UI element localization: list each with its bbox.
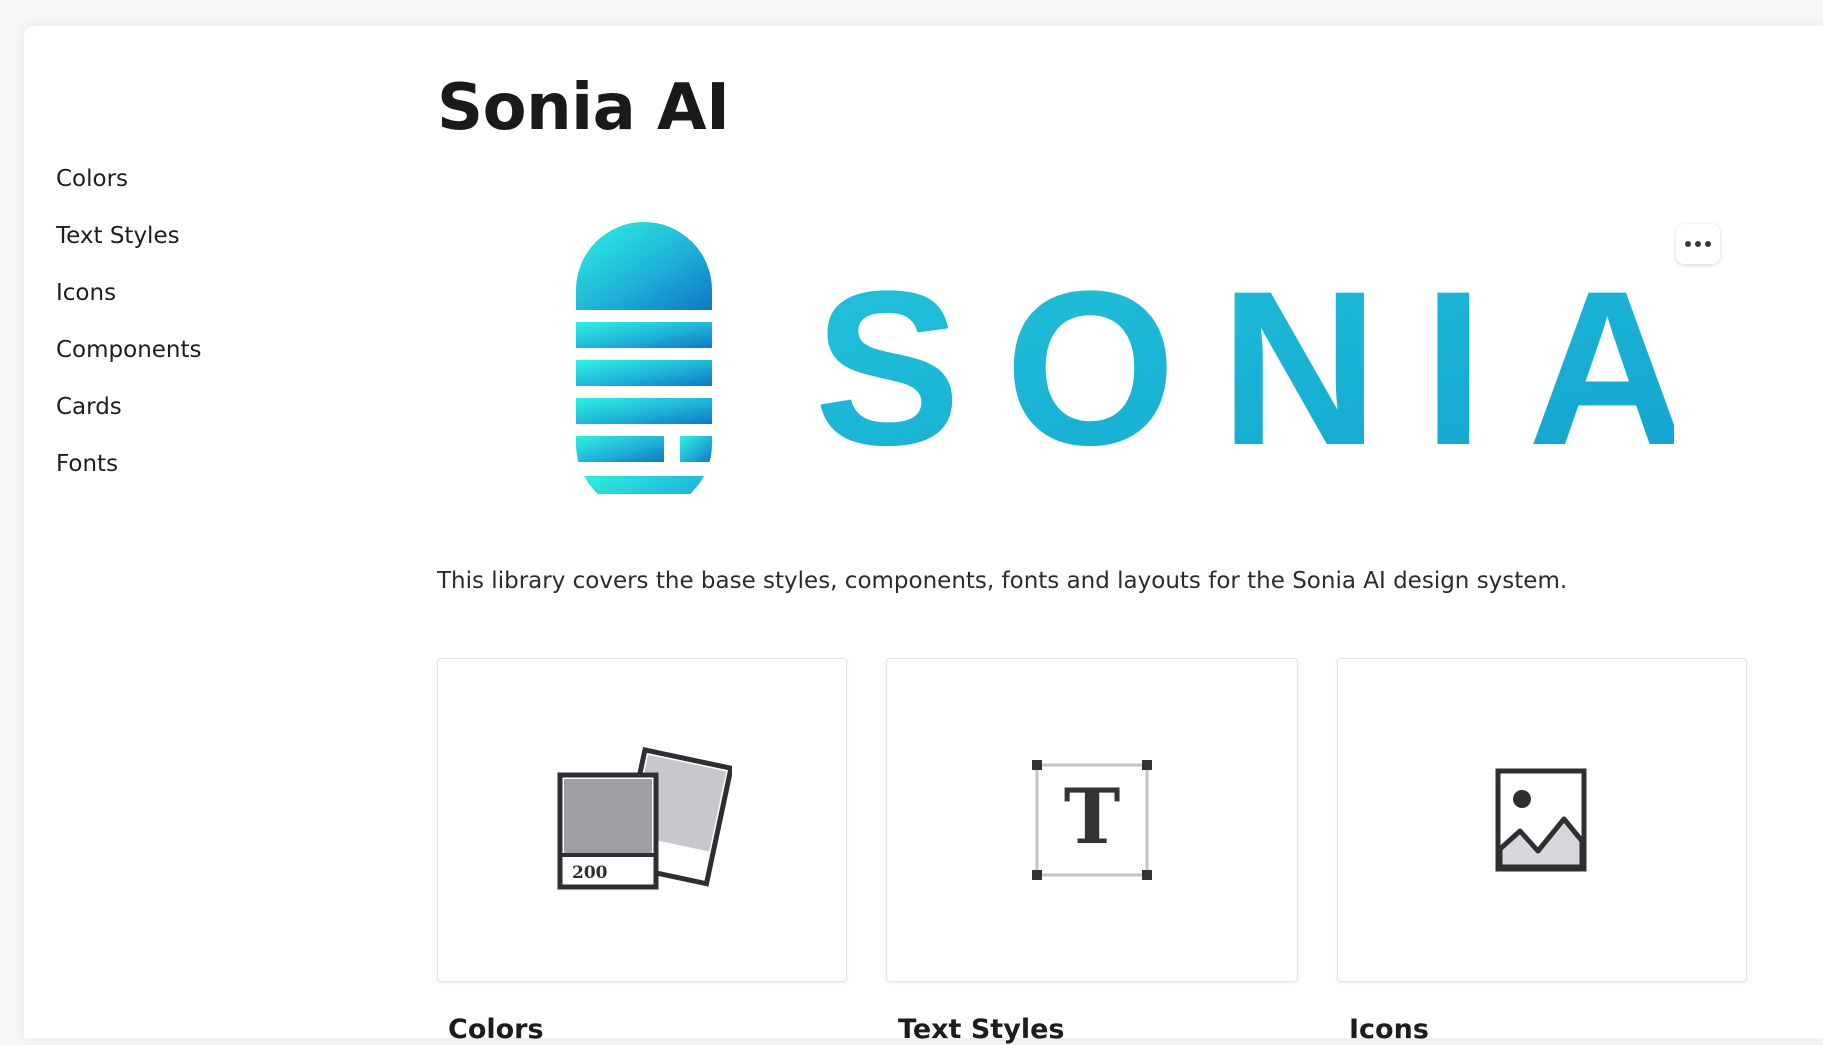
card-label-colors[interactable]: Colors xyxy=(448,1014,544,1045)
page-title: Sonia AI xyxy=(437,71,730,145)
sonia-logo: SONIA xyxy=(554,194,1687,512)
more-horizontal-icon xyxy=(1685,241,1691,247)
sidebar-item-colors[interactable]: Colors xyxy=(56,151,316,208)
card-colors[interactable]: 200 xyxy=(437,658,847,982)
logo-wordmark: SONIA xyxy=(814,245,1674,491)
card-label-text-styles[interactable]: Text Styles xyxy=(898,1014,1064,1045)
app-window: Colors Text Styles Icons Components Card… xyxy=(24,26,1823,1045)
sidebar-item-cards[interactable]: Cards xyxy=(56,379,316,436)
more-dot xyxy=(1695,241,1701,247)
more-options-button[interactable] xyxy=(1676,224,1720,264)
swatch-label: 200 xyxy=(572,863,608,883)
text-glyph: T xyxy=(1064,772,1121,861)
card-text-styles[interactable]: T xyxy=(886,658,1298,982)
color-swatches-icon: 200 xyxy=(557,746,732,890)
sidebar-item-components[interactable]: Components xyxy=(56,322,316,379)
sidebar-item-icons[interactable]: Icons xyxy=(56,265,316,322)
sidebar: Colors Text Styles Icons Components Card… xyxy=(56,151,316,493)
more-dot xyxy=(1705,241,1711,247)
sidebar-item-fonts[interactable]: Fonts xyxy=(56,436,316,493)
capsule-mark xyxy=(576,222,712,512)
card-icons[interactable] xyxy=(1337,658,1747,982)
image-icon xyxy=(1495,768,1587,872)
sidebar-item-text-styles[interactable]: Text Styles xyxy=(56,208,316,265)
library-description: This library covers the base styles, com… xyxy=(437,568,1568,594)
card-label-icons[interactable]: Icons xyxy=(1349,1014,1429,1045)
sonia-logo-graphic: SONIA xyxy=(576,222,1687,512)
text-style-icon: T xyxy=(1032,760,1152,880)
